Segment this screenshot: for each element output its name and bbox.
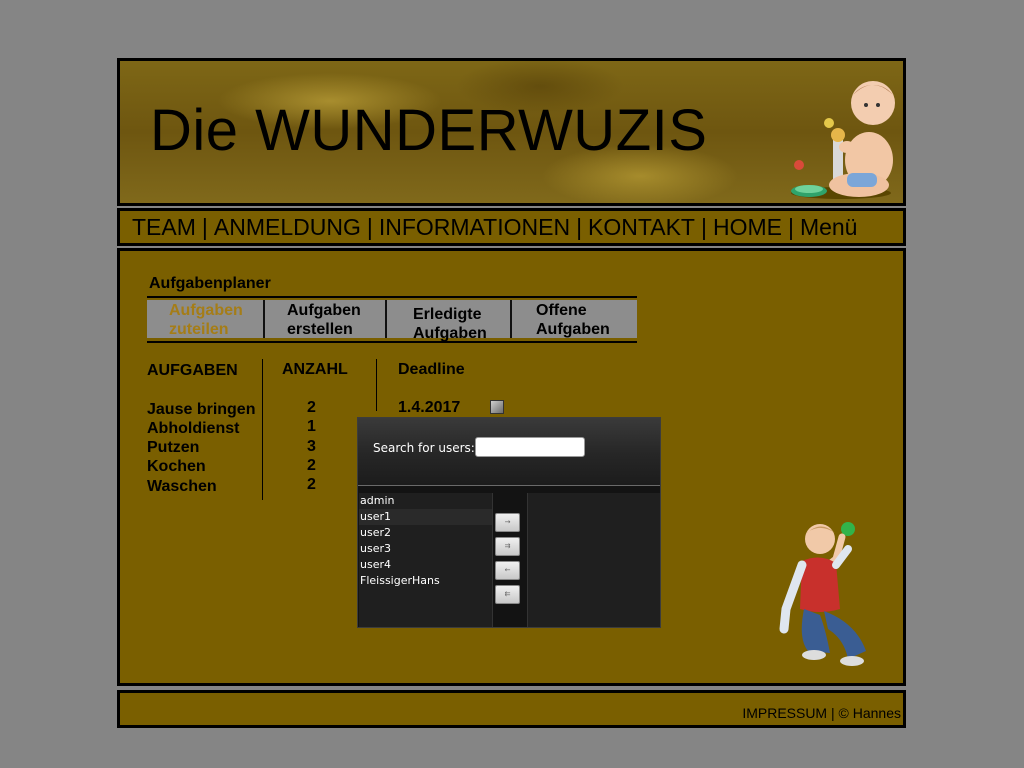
task-count: 2 [307, 476, 316, 493]
tab-label-line: erstellen [287, 321, 353, 338]
move-all-left-button[interactable]: ⇇ [495, 585, 520, 604]
main-nav: TEAM | ANMELDUNG | INFORMATIONEN | KONTA… [117, 208, 906, 246]
user-list-item[interactable]: user4 [359, 557, 492, 573]
move-left-button[interactable]: ← [495, 561, 520, 580]
tab-label-line: Aufgaben [536, 321, 610, 338]
column-header-deadline: Deadline [398, 361, 465, 378]
dialog-header: Search for users: [358, 418, 660, 486]
available-users-list[interactable]: admin user1 user2 user3 user4 Fleissiger… [359, 493, 493, 627]
nav-anmeldung[interactable]: ANMELDUNG [214, 214, 361, 241]
nav-informationen[interactable]: INFORMATIONEN [379, 214, 570, 241]
site-title: Die WUNDERWUZIS [150, 98, 708, 163]
task-count: 2 [307, 457, 316, 474]
deadline-value: 1.4.2017 [398, 399, 461, 416]
footer-separator: | [831, 705, 835, 721]
tab-completed-tasks[interactable]: Erledigte Aufgaben [387, 300, 512, 342]
nav-separator: | [787, 213, 794, 240]
column-divider [262, 359, 263, 500]
nav-menu[interactable]: Menü [800, 214, 858, 241]
task-name: Jause bringen [147, 401, 256, 418]
column-header-count: ANZAHL [282, 361, 348, 378]
nav-home[interactable]: HOME [713, 214, 782, 241]
footer: IMPRESSUM | © Hannes [117, 690, 906, 728]
selected-users-list[interactable] [527, 493, 660, 627]
date-picker-button[interactable] [490, 400, 504, 414]
tab-label-line: Aufgaben [169, 302, 243, 319]
user-list-item[interactable]: admin [359, 493, 492, 509]
nav-team[interactable]: TEAM [132, 214, 196, 241]
user-list-item[interactable]: user2 [359, 525, 492, 541]
task-name: Waschen [147, 478, 217, 495]
impressum-link[interactable]: IMPRESSUM [742, 705, 827, 721]
nav-separator: | [201, 213, 208, 240]
tab-label-line: zuteilen [169, 321, 229, 338]
tab-label-line: Offene [536, 302, 587, 319]
nav-kontakt[interactable]: KONTAKT [588, 214, 695, 241]
tab-label-line: Aufgaben [413, 325, 487, 342]
column-divider [376, 359, 377, 411]
search-label: Search for users: [373, 441, 475, 455]
tab-assign-tasks[interactable]: Aufgaben zuteilen [147, 300, 265, 338]
toddler-image [779, 522, 866, 666]
tab-open-tasks[interactable]: Offene Aufgaben [512, 300, 637, 338]
nav-separator: | [700, 213, 707, 240]
task-name: Putzen [147, 439, 200, 456]
user-search-input[interactable] [475, 437, 585, 457]
tab-label-line: Aufgaben [287, 302, 361, 319]
page: Die WUNDERWUZIS TEAM | ANMELDUNG | INFOR… [0, 0, 1024, 768]
nav-separator: | [366, 213, 373, 240]
user-list-item[interactable]: user3 [359, 541, 492, 557]
user-picker-dialog: Search for users: admin user1 user2 user… [357, 417, 661, 628]
nav-separator: | [576, 213, 583, 240]
task-count: 2 [307, 399, 316, 416]
header-banner: Die WUNDERWUZIS [117, 58, 906, 206]
task-count: 3 [307, 438, 316, 455]
move-all-right-button[interactable]: ⇉ [495, 537, 520, 556]
baby-image [791, 81, 895, 199]
tab-create-tasks[interactable]: Aufgaben erstellen [265, 300, 387, 338]
user-list-item[interactable]: user1 [359, 509, 492, 525]
task-name: Kochen [147, 458, 206, 475]
task-count: 1 [307, 418, 316, 435]
copyright-text: © Hannes [838, 705, 901, 721]
column-header-tasks: AUFGABEN [147, 362, 238, 379]
task-name: Abholdienst [147, 420, 240, 437]
planner-title: Aufgabenplaner [149, 275, 271, 292]
tab-label-line: Erledigte [413, 306, 482, 323]
main-content: Aufgabenplaner Aufgaben zuteilen Aufgabe… [117, 248, 906, 686]
planner-tabs: Aufgaben zuteilen Aufgaben erstellen Erl… [147, 296, 637, 343]
footer-text: IMPRESSUM | © Hannes [742, 705, 901, 721]
move-right-button[interactable]: → [495, 513, 520, 532]
user-list-item[interactable]: FleissigerHans [359, 573, 492, 589]
